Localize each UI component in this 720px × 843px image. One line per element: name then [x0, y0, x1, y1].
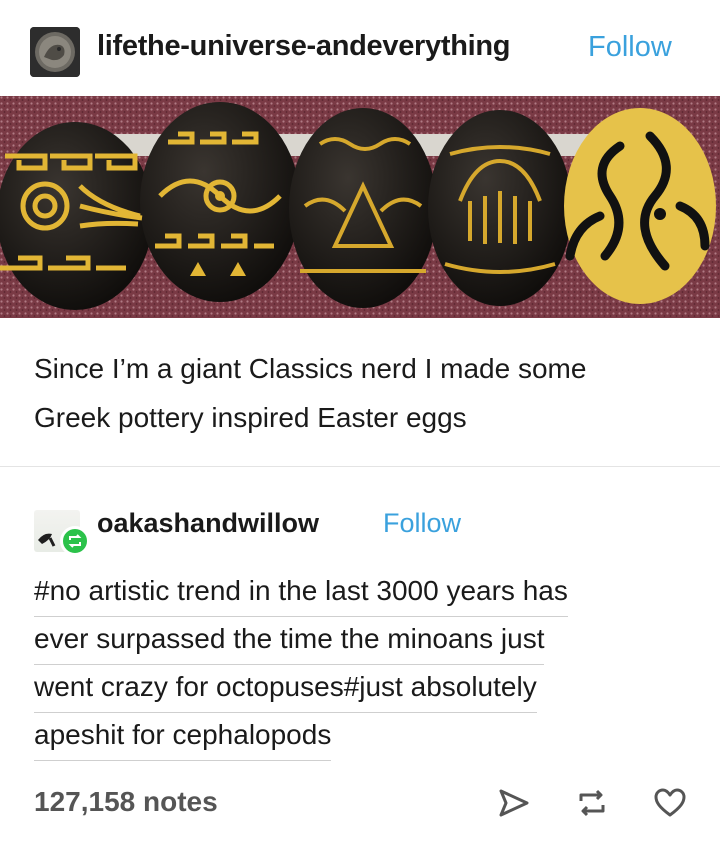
reblog-header: oakashandwillow Follow [0, 490, 720, 560]
post-header: lifethe-universe-andeverything Follow [0, 0, 720, 96]
share-icon[interactable] [494, 783, 534, 823]
easter-eggs-image [0, 96, 720, 318]
author-name[interactable]: lifethe-universe-andeverything [97, 30, 511, 63]
follow-button[interactable]: Follow [588, 31, 672, 64]
post-caption: Since I’m a giant Classics nerd I made s… [34, 344, 694, 442]
reblogger-name[interactable]: oakashandwillow [97, 508, 319, 539]
heart-icon[interactable] [650, 783, 690, 823]
reblog-badge-icon [60, 526, 90, 556]
author-avatar[interactable] [30, 27, 80, 77]
post-actions [494, 783, 690, 823]
tag-line[interactable]: apeshit for cephalopods [34, 712, 332, 761]
tags-block: #no artistic trend in the last 3000 year… [34, 568, 694, 761]
reblog-divider [0, 466, 720, 467]
tumblr-post: lifethe-universe-andeverything Follow Si… [0, 0, 720, 843]
caption-line: Greek pottery inspired Easter eggs [34, 402, 467, 433]
tag-line[interactable]: #no artistic trend in the last 3000 year… [34, 568, 568, 617]
tag-line[interactable]: went crazy for octopuses#just absolutely [34, 664, 537, 713]
caption-line: Since I’m a giant Classics nerd I made s… [34, 353, 587, 384]
notes-count[interactable]: 127,158 notes [34, 786, 218, 818]
tag-line[interactable]: ever surpassed the time the minoans just [34, 616, 545, 665]
reblog-icon[interactable] [572, 783, 612, 823]
coin-avatar-image [30, 27, 80, 77]
follow-reblogger-button[interactable]: Follow [383, 508, 461, 539]
post-photo[interactable] [0, 96, 720, 318]
